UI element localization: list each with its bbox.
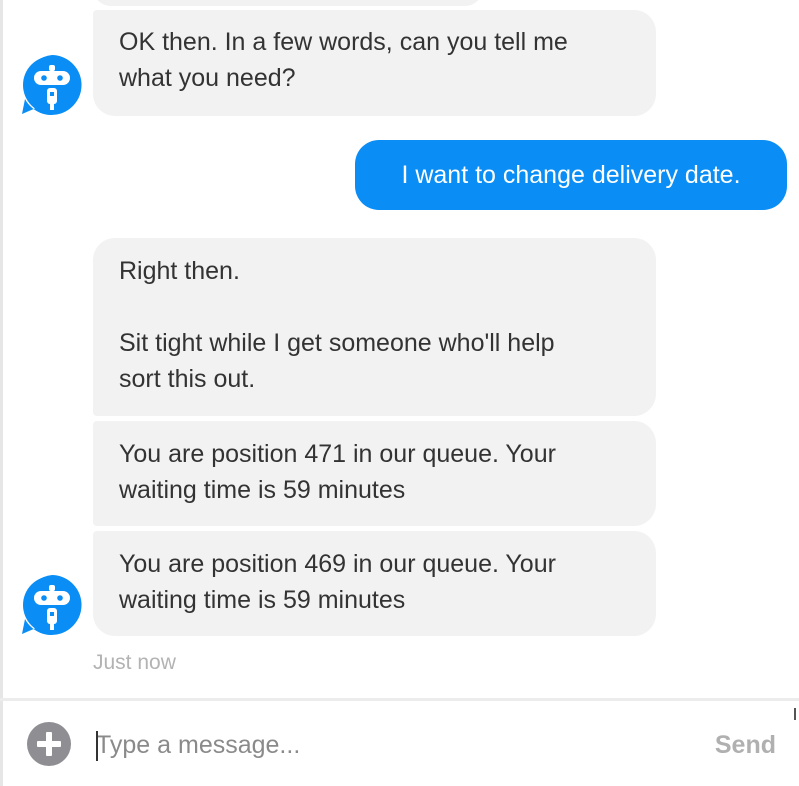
text-cursor (96, 731, 98, 761)
chat-left-border (0, 0, 3, 786)
plus-circle-icon (27, 722, 71, 766)
previous-message-bubble (93, 0, 483, 6)
bot-message: OK then. In a few words, can you tell me… (93, 10, 656, 116)
message-line: waiting time is 59 minutes (119, 586, 406, 614)
bot-avatar (21, 54, 83, 116)
robot-icon (21, 54, 83, 116)
bot-message: You are position 469 in our queue. Your … (93, 531, 656, 636)
message-line: sort this out. (119, 365, 256, 393)
message-line: Sit tight while I get someone who'll hel… (119, 329, 555, 357)
message-line: waiting time is 59 minutes (119, 476, 406, 504)
message-line: Right then. (119, 257, 240, 285)
robot-icon (21, 574, 83, 636)
message-input[interactable] (96, 726, 656, 764)
message-line: You are position 471 in our queue. Your (119, 440, 556, 468)
user-message: I want to change delivery date. (355, 140, 787, 210)
message-text: I want to change delivery date. (401, 161, 741, 189)
message-line: what you need? (119, 64, 296, 92)
bot-message: Right then. Sit tight while I get someon… (93, 238, 656, 416)
add-attachment-button[interactable] (27, 722, 71, 766)
message-line: You are position 469 in our queue. Your (119, 550, 556, 578)
message-input-wrapper (96, 726, 656, 764)
window-edge-marker (794, 708, 796, 720)
message-line: OK then. In a few words, can you tell me (119, 28, 568, 56)
send-button[interactable]: Send (700, 727, 776, 763)
bot-message: You are position 471 in our queue. Your … (93, 421, 656, 526)
message-timestamp: Just now (93, 651, 176, 674)
bot-avatar (21, 574, 83, 636)
